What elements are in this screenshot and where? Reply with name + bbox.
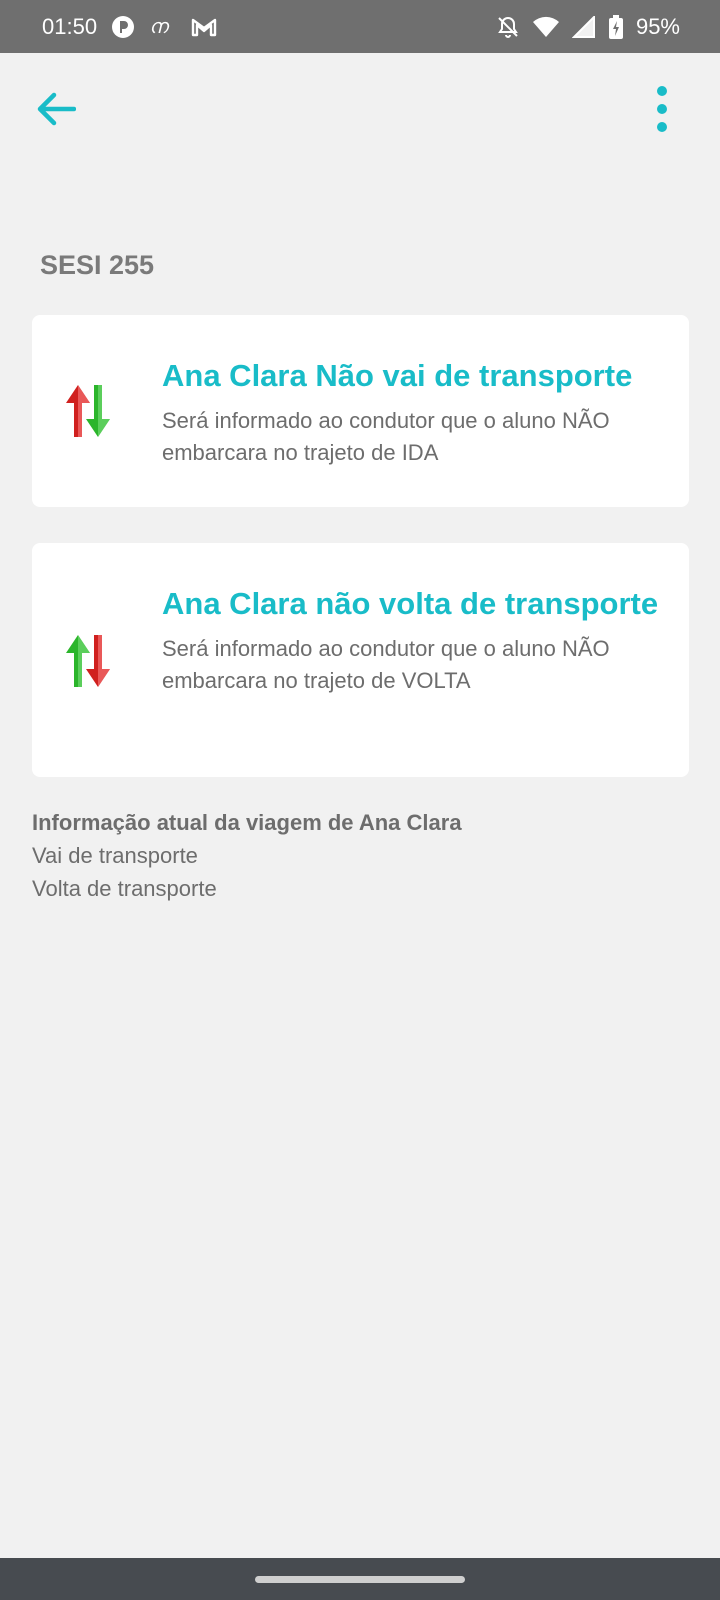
trip-info-going: Vai de transporte [32, 843, 198, 868]
not-returning-card[interactable]: Ana Clara não volta de transporte Será i… [32, 543, 689, 777]
more-options-button[interactable] [642, 83, 682, 139]
card-description: Será informado ao condutor que o aluno N… [162, 408, 610, 465]
status-bar: 01:50 ന 95% [0, 0, 720, 53]
app-bar [0, 53, 720, 173]
school-title: SESI 255 [40, 250, 155, 280]
card-title: Ana Clara não volta de transporte [162, 586, 659, 621]
status-left: 01:50 ന [42, 14, 217, 40]
not-going-card[interactable]: Ana Clara Não vai de transporte Será inf… [32, 315, 689, 507]
swap-arrows-icon [58, 629, 118, 693]
swap-arrows-icon [58, 379, 118, 443]
notifications-off-icon [496, 15, 520, 39]
svg-text:ന: ന [149, 15, 170, 38]
back-button[interactable] [30, 85, 82, 137]
gmail-icon [191, 16, 217, 38]
battery-charging-icon [608, 14, 624, 39]
battery-percent: 95% [635, 13, 680, 39]
card-body: Ana Clara Não vai de transporte Será inf… [162, 355, 665, 469]
home-gesture-handle[interactable] [255, 1575, 465, 1583]
status-time: 01:50 [42, 13, 98, 39]
signal-icon [571, 15, 596, 38]
card-title: Ana Clara Não vai de transporte [162, 358, 633, 393]
arrow-left-icon [36, 91, 77, 132]
tm-notification-icon: ന [149, 15, 177, 39]
navigation-bar [0, 1558, 720, 1600]
trip-info-title: Informação atual da viagem de Ana Clara [32, 810, 462, 835]
status-right: 95% [496, 14, 680, 40]
more-vertical-icon [655, 85, 669, 138]
card-description: Será informado ao condutor que o aluno N… [162, 636, 610, 693]
card-body: Ana Clara não volta de transporte Será i… [162, 583, 665, 697]
trip-info: Informação atual da viagem de Ana Clara … [32, 806, 672, 905]
wifi-icon [532, 16, 560, 38]
app-notification-icon [111, 15, 135, 39]
trip-info-returning: Volta de transporte [32, 876, 217, 901]
